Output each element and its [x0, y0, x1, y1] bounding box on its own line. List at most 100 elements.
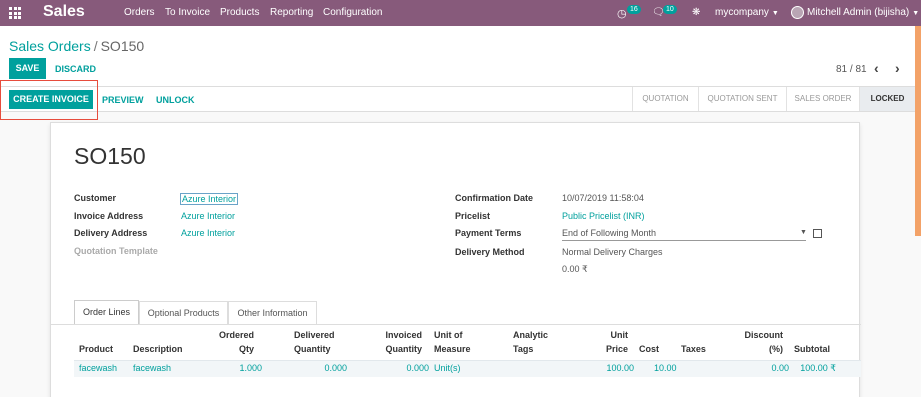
caret-down-icon: ▼ [912, 10, 920, 17]
cell-discount[interactable]: 0.00 [731, 363, 789, 373]
col-description[interactable]: Description [133, 342, 183, 356]
customer-field[interactable]: Azure Interior [180, 193, 239, 205]
col-delivered-line2: Quantity [294, 344, 331, 354]
cell-delivered-qty[interactable]: 0.000 [291, 363, 347, 373]
cell-cost[interactable]: 10.00 [654, 363, 677, 373]
tab-divider [51, 324, 861, 325]
col-delivered-qty[interactable]: Delivered Quantity [294, 328, 335, 356]
confirmation-date-value: 10/07/2019 11:58:04 [562, 193, 644, 203]
delivery-address-label: Delivery Address [74, 228, 148, 238]
cell-subtotal: 100.00 ₹ [800, 363, 836, 373]
order-name: SO150 [74, 143, 146, 169]
col-uom-line2: Measure [434, 344, 471, 354]
activity-button[interactable]: ◷ [617, 7, 627, 20]
statusbar: CREATE INVOICE PREVIEW UNLOCK QUOTATION … [0, 87, 921, 112]
col-discount[interactable]: Discount (%) [731, 328, 783, 356]
col-taxes[interactable]: Taxes [681, 342, 706, 356]
caret-down-icon[interactable]: ▼ [800, 229, 807, 236]
delivery-amount: 0.00 ₹ [562, 264, 588, 274]
col-ordered-line1: Ordered [218, 330, 254, 340]
pager-next-icon[interactable]: › [895, 60, 900, 76]
col-price-line1: Unit [610, 330, 629, 340]
pricelist-field[interactable]: Public Pricelist (INR) [562, 211, 645, 221]
save-button[interactable]: SAVE [9, 58, 46, 79]
cell-invoiced-qty[interactable]: 0.000 [361, 363, 429, 373]
delivery-address-field[interactable]: Azure Interior [181, 228, 235, 238]
stage-sales-order[interactable]: SALES ORDER [786, 87, 859, 111]
breadcrumb: Sales Orders / SO150 [9, 38, 144, 54]
form-sheet: SO150 Customer Azure Interior Invoice Ad… [50, 122, 861, 397]
scrollbar[interactable] [915, 26, 921, 236]
pager-value[interactable]: 81 / 81 [836, 64, 867, 75]
col-analytic-tags[interactable]: Analytic Tags [513, 328, 548, 356]
breadcrumb-current: SO150 [100, 38, 145, 54]
stage-quotation-sent[interactable]: QUOTATION SENT [698, 87, 786, 111]
col-unit-of-measure[interactable]: Unit of Measure [434, 328, 471, 356]
message-count-badge: 10 [663, 5, 677, 14]
pager-previous-icon[interactable]: ‹ [874, 60, 879, 76]
customer-label: Customer [74, 193, 117, 203]
tab-order-lines[interactable]: Order Lines [74, 300, 139, 325]
col-unit-price[interactable]: Unit Price [581, 328, 628, 356]
menu-to-invoice[interactable]: To Invoice [165, 7, 210, 18]
cell-product[interactable]: facewash [79, 363, 117, 373]
stage-quotation[interactable]: QUOTATION [632, 87, 698, 111]
cell-ordered-qty[interactable]: 1.000 [201, 363, 262, 373]
col-invoiced-line2: Quantity [385, 344, 422, 354]
invoice-address-label: Invoice Address [74, 211, 144, 221]
avatar[interactable] [791, 6, 804, 19]
delivery-method-label: Delivery Method [455, 247, 525, 257]
external-link-icon[interactable] [813, 229, 822, 238]
pricelist-label: Pricelist [455, 211, 491, 221]
payment-terms-select[interactable]: End of Following Month [562, 228, 656, 238]
menu-products[interactable]: Products [220, 7, 259, 18]
preview-button[interactable]: PREVIEW [102, 95, 144, 105]
user-menu[interactable]: Mitchell Admin (bijisha) ▼ [807, 7, 919, 18]
tab-optional-products[interactable]: Optional Products [139, 301, 228, 325]
activity-count-badge: 16 [627, 5, 641, 14]
col-tags-line1: Analytic [513, 330, 549, 340]
tab-other-information[interactable]: Other Information [228, 301, 317, 325]
discard-button[interactable]: DISCARD [55, 64, 96, 74]
highlight-box [0, 80, 98, 120]
col-invoiced-line1: Invoiced [385, 330, 422, 340]
payment-terms-underline [562, 240, 806, 241]
menu-configuration[interactable]: Configuration [323, 7, 382, 18]
company-name: mycompany [715, 7, 769, 18]
menu-reporting[interactable]: Reporting [270, 7, 313, 18]
delivery-method-value: Normal Delivery Charges [562, 247, 663, 257]
breadcrumb-separator: / [93, 38, 98, 54]
col-delivered-line1: Delivered [294, 330, 335, 340]
col-subtotal[interactable]: Subtotal [794, 342, 830, 356]
top-navbar: Sales Orders To Invoice Products Reporti… [0, 0, 921, 26]
clock-icon: ◷ [617, 8, 627, 20]
app-title: Sales [43, 3, 85, 20]
col-discount-line2: (%) [769, 344, 783, 354]
unlock-button[interactable]: UNLOCK [156, 95, 195, 105]
caret-down-icon: ▼ [771, 10, 779, 17]
col-invoiced-qty[interactable]: Invoiced Quantity [361, 328, 422, 356]
col-ordered-qty[interactable]: Ordered Qty [201, 328, 254, 356]
stage-locked[interactable]: LOCKED [859, 87, 915, 111]
debug-bug-icon[interactable]: ❋ [692, 7, 700, 18]
control-panel: Sales Orders / SO150 SAVE DISCARD 81 / 81 … [0, 26, 921, 87]
col-uom-line1: Unit of [434, 330, 463, 340]
user-name: Mitchell Admin (bijisha) [807, 7, 910, 18]
company-switcher[interactable]: mycompany ▼ [715, 7, 779, 18]
col-tags-line2: Tags [513, 344, 534, 354]
confirmation-date-label: Confirmation Date [455, 193, 534, 203]
col-price-line2: Price [605, 344, 628, 354]
breadcrumb-sales-orders[interactable]: Sales Orders [9, 38, 91, 54]
menu-orders[interactable]: Orders [124, 7, 155, 18]
cell-unit-of-measure[interactable]: Unit(s) [434, 363, 461, 373]
cell-unit-price[interactable]: 100.00 [581, 363, 634, 373]
col-ordered-line2: Qty [238, 344, 254, 354]
quotation-template-label: Quotation Template [74, 246, 158, 256]
cell-description[interactable]: facewash [133, 363, 171, 373]
col-discount-line1: Discount [744, 330, 783, 340]
col-cost[interactable]: Cost [639, 342, 659, 356]
payment-terms-label: Payment Terms [455, 228, 522, 238]
invoice-address-field[interactable]: Azure Interior [181, 211, 235, 221]
col-product[interactable]: Product [79, 342, 113, 356]
apps-menu-icon[interactable] [9, 7, 21, 19]
